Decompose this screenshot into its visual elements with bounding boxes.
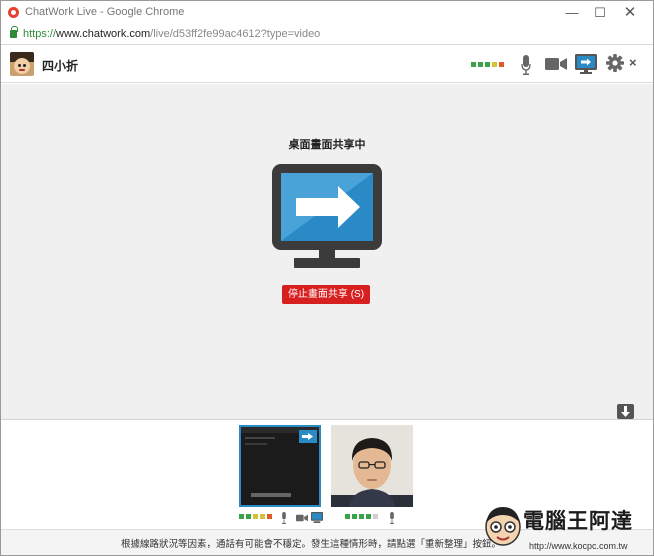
watermark-text: 電腦王阿達 [523, 510, 633, 533]
chatwork-app-icon [8, 7, 19, 18]
screen-share-monitor-icon [272, 164, 382, 268]
address-bar[interactable]: https://www.chatwork.com/live/d53ff2fe99… [1, 25, 653, 45]
close-icon[interactable]: × [629, 55, 637, 70]
url-text[interactable]: https://www.chatwork.com/live/d53ff2fe99… [23, 28, 320, 40]
maximize-button[interactable]: ☐ [585, 3, 615, 23]
site-watermark: 電腦王阿達 http://www.kocpc.com.tw [481, 501, 653, 555]
watermark-url: http://www.kocpc.com.tw [529, 541, 628, 551]
thumb-video-camera-icon[interactable] [296, 514, 308, 522]
signal-bar [373, 514, 378, 519]
url-path: /live/d53ff2fe99ac4612?type=video [150, 28, 321, 40]
peer-thumbnail-controls [345, 512, 405, 524]
signal-bar [253, 514, 258, 519]
thumb-screen-share-icon[interactable] [311, 512, 323, 523]
signal-bar [366, 514, 371, 519]
avatar [10, 52, 34, 76]
user-name: 四小折 [42, 59, 79, 73]
peer-video-thumbnail[interactable] [331, 425, 413, 507]
self-screen-thumbnail[interactable] [239, 425, 321, 507]
mascot-logo-icon [485, 507, 521, 546]
signal-bar [352, 514, 357, 519]
call-header: 四小折 × [1, 46, 653, 83]
signal-bar [345, 514, 350, 519]
minimize-button[interactable]: — [557, 3, 587, 23]
download-icon[interactable] [617, 404, 634, 419]
window-close-button[interactable]: ✕ [615, 3, 645, 23]
microphone-icon[interactable] [521, 55, 531, 75]
signal-bar [359, 514, 364, 519]
screen-share-icon[interactable] [575, 54, 597, 74]
video-camera-icon[interactable] [545, 57, 567, 71]
browser-window: ChatWork Live - Google Chrome — ☐ ✕ http… [0, 0, 654, 556]
signal-bar [471, 62, 476, 67]
signal-bar [499, 62, 504, 67]
main-stage: 桌面畫面共享中 停止畫面共享 (S) [1, 84, 653, 419]
gear-icon[interactable] [606, 54, 624, 72]
url-scheme: https:// [23, 28, 57, 40]
peer-microphone-icon [390, 512, 394, 524]
signal-bar [485, 62, 490, 67]
connection-notice-text: 根據線路狀況等因素，通話有可能會不穩定。發生這種情形時，請點選「重新整理」按鈕。 [121, 539, 502, 550]
share-status-title: 桌面畫面共享中 [288, 139, 366, 151]
self-thumbnail-controls [239, 512, 329, 524]
url-host: www.chatwork.com [56, 28, 151, 40]
stop-sharing-button[interactable]: 停止畫面共享 (S) [282, 285, 370, 304]
signal-bar [260, 514, 265, 519]
thumb-microphone-icon[interactable] [281, 512, 287, 524]
title-bar: ChatWork Live - Google Chrome — ☐ ✕ [1, 1, 653, 25]
lock-icon [10, 26, 18, 38]
window-title: ChatWork Live - Google Chrome [25, 6, 185, 18]
signal-bar [239, 514, 244, 519]
signal-bar [492, 62, 497, 67]
signal-bar [267, 514, 272, 519]
signal-bar [478, 62, 483, 67]
signal-bar [246, 514, 251, 519]
